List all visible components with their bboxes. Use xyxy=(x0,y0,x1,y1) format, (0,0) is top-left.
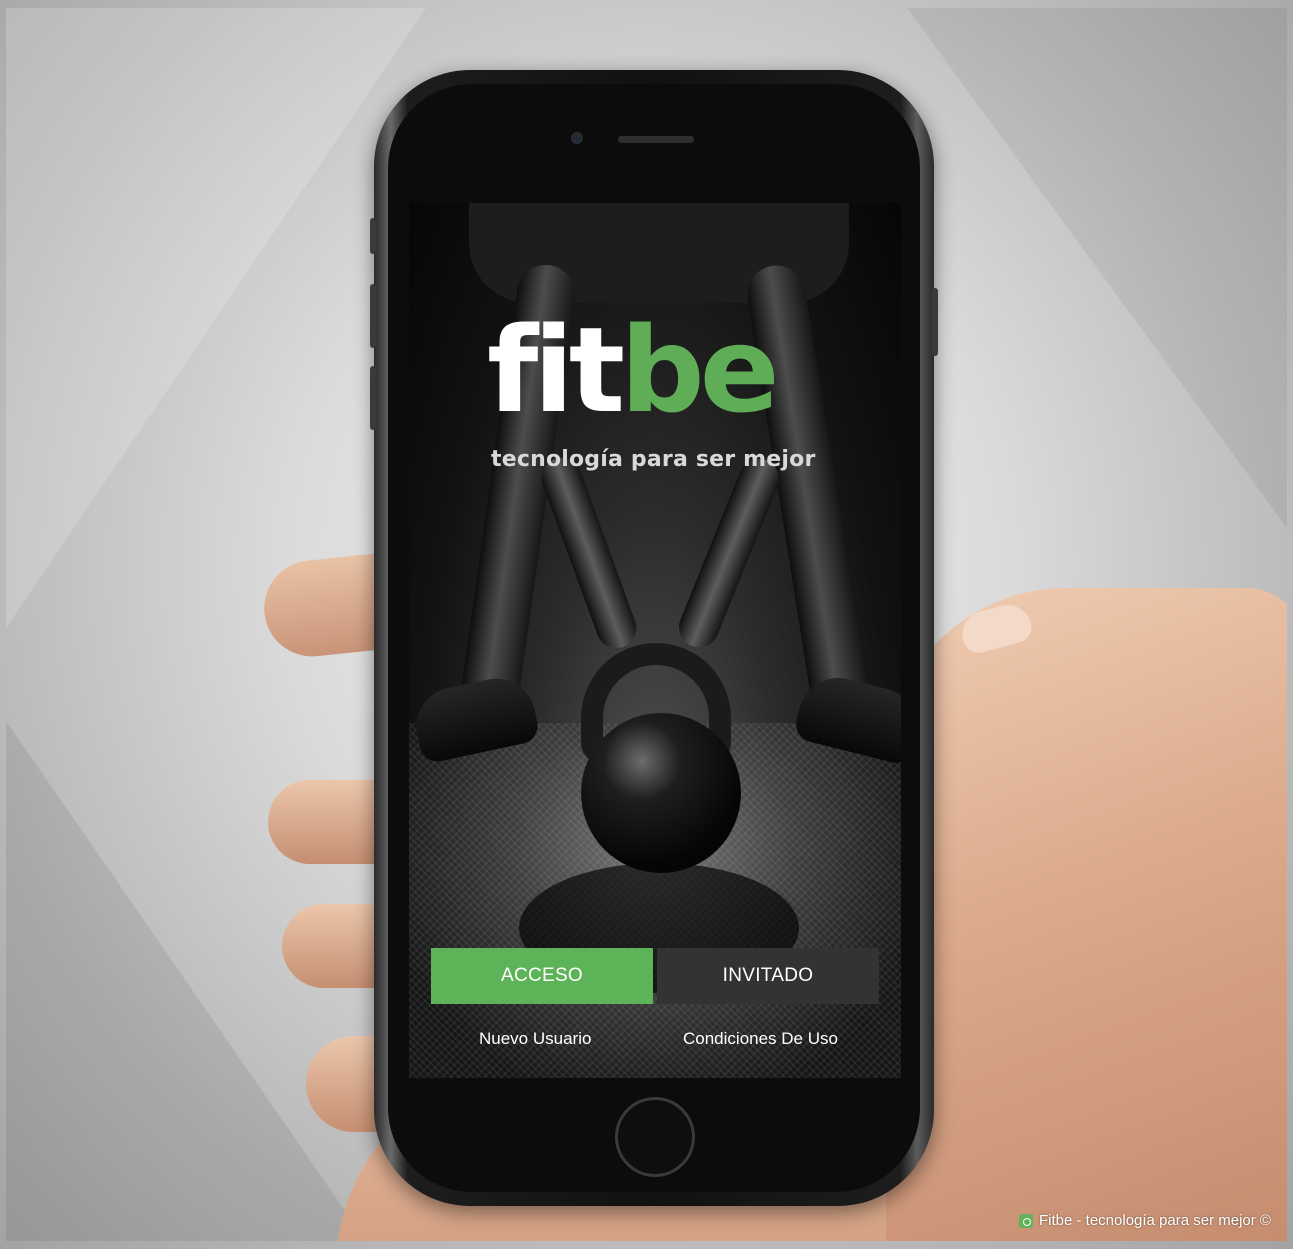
background-facet xyxy=(907,8,1287,528)
fitbe-logo: fitbe xyxy=(487,311,847,429)
tagline: tecnología para ser mejor xyxy=(491,447,816,472)
hand-palm xyxy=(886,588,1287,1241)
kettlebell-icon xyxy=(581,713,741,873)
guest-button[interactable]: INVITADO xyxy=(657,948,879,1004)
background-facet xyxy=(6,8,426,628)
fitbe-logo-icon xyxy=(1019,1213,1033,1228)
phone-device: fitbe tecnología para ser mejor ACCESO I… xyxy=(370,70,938,1206)
watermark-text: Fitbe - tecnología para ser mejor © xyxy=(1039,1212,1271,1229)
phone-side-button xyxy=(370,218,376,254)
terms-link[interactable]: Condiciones De Uso xyxy=(683,1029,838,1049)
background-photo-arm xyxy=(536,452,642,654)
new-user-link[interactable]: Nuevo Usuario xyxy=(479,1029,591,1049)
phone-side-button xyxy=(370,284,376,348)
app-screen: fitbe tecnología para ser mejor ACCESO I… xyxy=(409,203,901,1078)
background-photo-arm xyxy=(672,452,786,654)
presentation-frame: fitbe tecnología para ser mejor ACCESO I… xyxy=(6,8,1287,1241)
login-button[interactable]: ACCESO xyxy=(431,948,653,1004)
watermark: Fitbe - tecnología para ser mejor © xyxy=(1019,1212,1271,1229)
phone-side-button xyxy=(370,366,376,430)
home-button[interactable] xyxy=(615,1097,695,1177)
logo-fit: fit xyxy=(487,301,625,439)
phone-side-button xyxy=(932,288,938,356)
phone-speaker xyxy=(618,136,694,143)
front-camera xyxy=(571,132,583,144)
logo-be: be xyxy=(620,301,779,439)
